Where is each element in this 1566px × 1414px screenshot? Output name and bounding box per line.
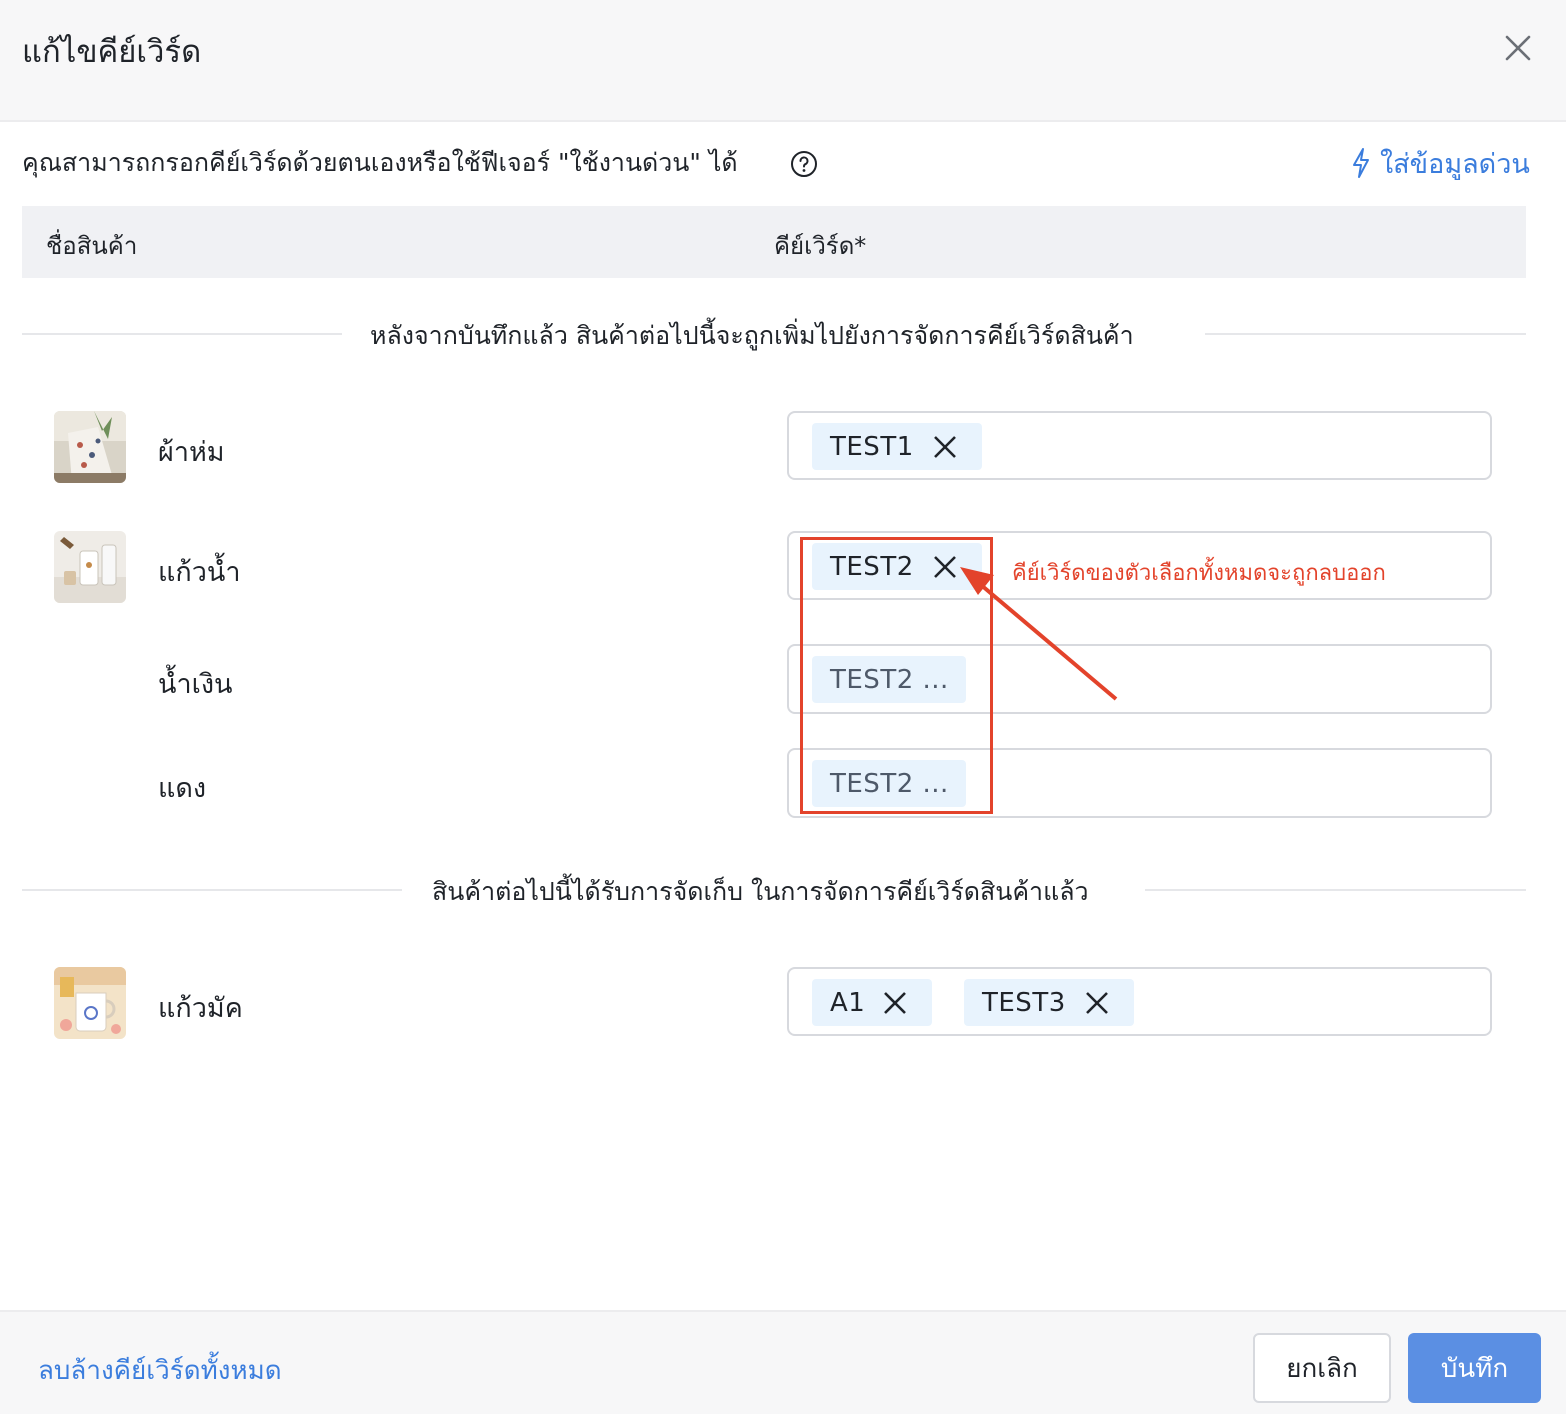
keyword-column-header: คีย์เวิร์ด* xyxy=(774,232,867,260)
keyword-tag-label: TEST1 xyxy=(830,431,914,462)
section-new-label: หลังจากบันทึกแล้ว สินค้าต่อไปนี้จะถูกเพิ… xyxy=(370,321,1134,350)
divider-line xyxy=(22,333,342,335)
table-header: ชื่อสินค้า คีย์เวิร์ด* xyxy=(22,206,1526,278)
clear-all-keywords-link[interactable]: ลบล้างคีย์เวิร์ดทั้งหมด xyxy=(38,1350,282,1391)
cancel-button[interactable]: ยกเลิก xyxy=(1253,1333,1391,1403)
product-thumbnail xyxy=(54,967,126,1039)
keyword-tag: A1 xyxy=(812,979,932,1026)
remove-tag-icon[interactable] xyxy=(932,434,958,460)
remove-tag-icon[interactable] xyxy=(882,990,908,1016)
divider-line xyxy=(1205,333,1526,335)
product-name-column-header: ชื่อสินค้า xyxy=(46,232,138,260)
section-existing-label: สินค้าต่อไปนี้ได้รับการจัดเก็บ ในการจัดก… xyxy=(432,877,1089,906)
variant-name: แดง xyxy=(158,773,207,804)
variant-name: น้ำเงิน xyxy=(158,669,233,700)
product-name: ผ้าห่ม xyxy=(158,437,225,468)
quick-fill-button[interactable]: ใส่ข้อมูลด่วน xyxy=(1350,144,1530,182)
lightning-icon xyxy=(1353,148,1369,178)
dialog-title: แก้ไขคีย์เวิร์ด xyxy=(22,34,202,70)
question-circle-icon[interactable] xyxy=(790,150,818,178)
product-thumbnail xyxy=(54,411,126,483)
product-name: แก้วมัค xyxy=(158,993,243,1024)
divider-line xyxy=(1145,889,1526,891)
keyword-input[interactable]: A1 TEST3 xyxy=(787,967,1492,1036)
keyword-input[interactable]: TEST1 xyxy=(787,411,1492,480)
divider-line xyxy=(22,889,402,891)
dialog-header: แก้ไขคีย์เวิร์ด xyxy=(0,0,1566,122)
quick-fill-label: ใส่ข้อมูลด่วน xyxy=(1380,148,1530,180)
keyword-tag-label: A1 xyxy=(830,987,866,1018)
product-name: แก้วน้ำ xyxy=(158,557,241,588)
remove-tag-icon[interactable] xyxy=(1084,990,1110,1016)
keyword-tag: TEST1 xyxy=(812,423,982,470)
intro-text: คุณสามารถกรอกคีย์เวิร์ดด้วยตนเองหรือใช้ฟ… xyxy=(22,148,738,177)
annotation-text: คีย์เวิร์ดของตัวเลือกทั้งหมดจะถูกลบออก xyxy=(1012,561,1386,586)
product-thumbnail xyxy=(54,531,126,603)
close-icon[interactable] xyxy=(1500,30,1536,66)
keyword-tag: TEST3 xyxy=(964,979,1134,1026)
save-button[interactable]: บันทึก xyxy=(1408,1333,1541,1403)
keyword-tag-label: TEST3 xyxy=(982,987,1066,1018)
